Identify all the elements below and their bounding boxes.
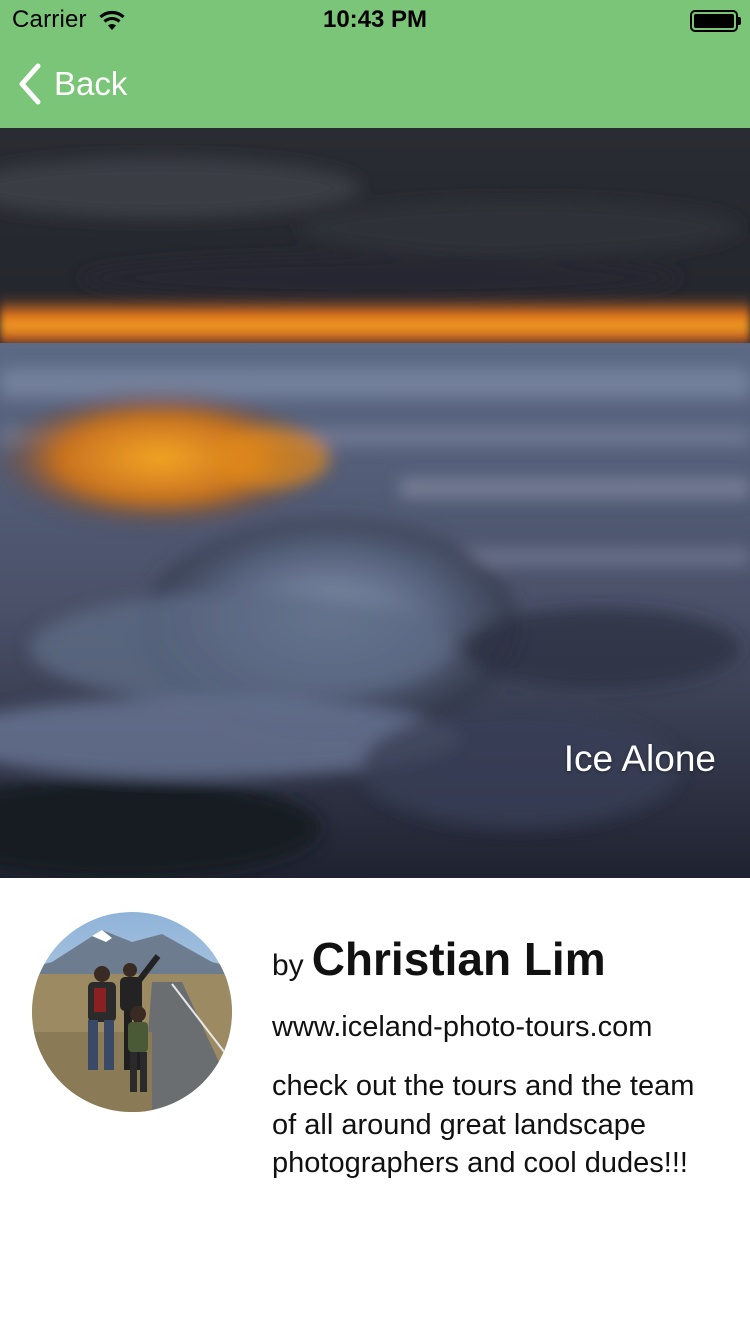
status-bar: Carrier 10:43 PM	[0, 0, 750, 40]
photo-detail-screen: Carrier 10:43 PM Back Ice Alone by Chris…	[0, 0, 750, 1334]
author-website-link[interactable]: www.iceland-photo-tours.com	[272, 1007, 712, 1047]
back-label: Back	[54, 65, 128, 102]
photo-image[interactable]: Ice Alone	[0, 128, 750, 878]
header: Carrier 10:43 PM Back	[0, 0, 750, 128]
by-prefix: by	[272, 949, 304, 982]
author-info: by Christian Lim www.iceland-photo-tours.…	[272, 934, 712, 1183]
author-description: check out the tours and the team of all …	[272, 1070, 695, 1179]
avatar	[32, 912, 232, 1112]
clock: 10:43 PM	[322, 6, 428, 33]
battery-icon	[690, 10, 741, 32]
chevron-left-icon	[14, 62, 44, 106]
author-section: by Christian Lim www.iceland-photo-tours.…	[0, 878, 750, 1334]
byline: by Christian Lim	[272, 934, 712, 991]
photo-title: Ice Alone	[563, 738, 716, 779]
navigation-bar: Back	[0, 40, 750, 128]
back-button[interactable]: Back	[14, 60, 127, 108]
author-name: Christian Lim	[311, 933, 606, 985]
